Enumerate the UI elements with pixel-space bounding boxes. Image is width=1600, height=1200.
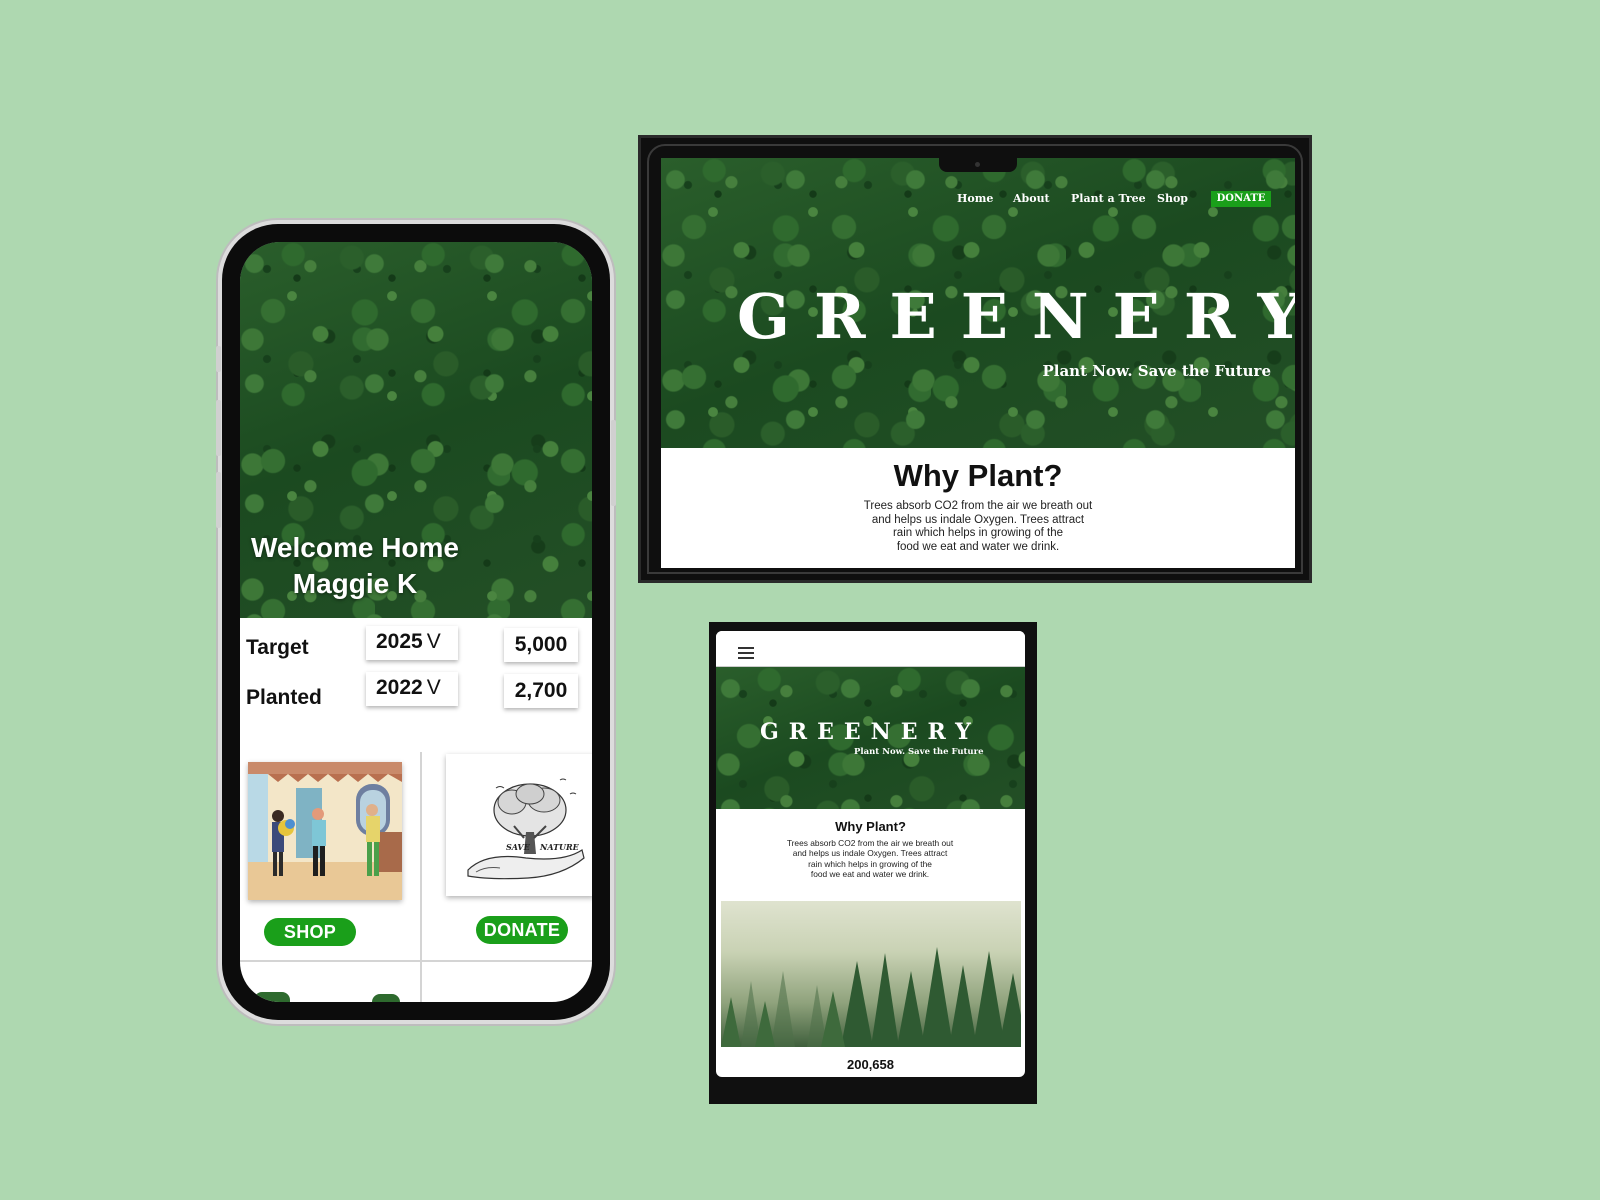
- planted-value: 2,700: [504, 674, 578, 708]
- pine-trees-icon: [721, 947, 1021, 1047]
- tablet-screen: GREENERY Plant Now. Save the Future Why …: [716, 631, 1025, 1077]
- why-plant-line: and helps us indale Oxygen. Trees attrac…: [792, 848, 948, 859]
- target-value: 5,000: [504, 628, 578, 662]
- camera-icon: [975, 162, 980, 167]
- save-nature-illustration[interactable]: SAVE NATURE: [446, 754, 592, 896]
- nav-plant-a-tree[interactable]: Plant a Tree: [1071, 192, 1146, 205]
- phone-volume-up: [216, 400, 221, 456]
- next-card-peek-left: [254, 992, 290, 1002]
- why-plant-line: food we eat and water we drink.: [896, 540, 1060, 553]
- phone-hero-forest: Welcome Home Maggie K: [240, 242, 592, 618]
- phone-power-button: [611, 420, 616, 506]
- phone-mute-switch: [216, 346, 221, 372]
- illustration-nature-text: NATURE: [539, 842, 580, 852]
- why-plant-line: Trees absorb CO2 from the air we breath …: [786, 838, 954, 848]
- laptop-notch: [939, 158, 1017, 172]
- nav-donate-button[interactable]: DONATE: [1211, 191, 1271, 207]
- hamburger-menu-icon[interactable]: [738, 647, 754, 662]
- tablet-why-plant-heading: Why Plant?: [835, 819, 906, 834]
- phone-volume-down: [216, 472, 221, 528]
- tree-in-hand-icon: SAVE NATURE: [446, 754, 592, 896]
- why-plant-line: food we eat and water we drink.: [810, 869, 930, 880]
- phone-screen: Welcome Home Maggie K Target 2025 V 5,000…: [240, 242, 592, 1002]
- target-year-value: 2025: [376, 630, 423, 653]
- chevron-down-icon: V: [426, 676, 441, 699]
- stat-label-planted: Planted: [246, 686, 322, 709]
- target-year-dropdown[interactable]: 2025 V: [366, 626, 458, 660]
- why-plant-line: Trees absorb CO2 from the air we breath …: [863, 500, 1093, 512]
- hero-tagline: Plant Now. Save the Future: [1042, 362, 1271, 380]
- nav-home[interactable]: Home: [957, 192, 993, 205]
- tablet-mockup: GREENERY Plant Now. Save the Future Why …: [709, 622, 1037, 1104]
- welcome-user-name: Maggie K: [292, 568, 418, 599]
- tablet-why-plant-text: Trees absorb CO2 from the air we breath …: [770, 838, 970, 880]
- nav-shop[interactable]: Shop: [1157, 192, 1188, 205]
- hero-title: GREENERY: [737, 280, 1295, 353]
- laptop-mockup: Home About Plant a Tree Shop DONATE GREE…: [638, 135, 1312, 583]
- tablet-hero-tagline: Plant Now. Save the Future: [854, 747, 984, 757]
- stat-row-target: Target 2025 V 5,000: [240, 626, 592, 666]
- donate-button[interactable]: DONATE: [476, 916, 568, 944]
- why-plant-text: Trees absorb CO2 from the air we breath …: [828, 500, 1128, 554]
- shop-scene-icon: [248, 762, 402, 900]
- chevron-down-icon: V: [426, 630, 441, 653]
- next-card-peek-mid: [372, 994, 400, 1002]
- phone-mockup: Welcome Home Maggie K Target 2025 V 5,000…: [216, 224, 616, 1020]
- why-plant-heading: Why Plant?: [893, 458, 1063, 493]
- tablet-hero-title: GREENERY: [760, 719, 981, 745]
- planted-year-dropdown[interactable]: 2022 V: [366, 672, 458, 706]
- stat-row-planted: Planted 2022 V 2,700: [240, 672, 592, 712]
- shop-illustration[interactable]: [248, 762, 402, 900]
- laptop-hero-forest: Home About Plant a Tree Shop DONATE GREE…: [661, 158, 1295, 448]
- welcome-heading: Welcome Home Maggie K: [240, 530, 470, 602]
- card-divider-vertical: [420, 752, 422, 1002]
- why-plant-line: rain which helps in growing of the: [892, 527, 1064, 539]
- tablet-hero-forest: GREENERY Plant Now. Save the Future: [716, 667, 1025, 809]
- tablet-topbar: [716, 631, 1025, 667]
- laptop-screen: Home About Plant a Tree Shop DONATE GREE…: [661, 158, 1295, 568]
- stat-label-target: Target: [246, 636, 309, 659]
- planted-year-value: 2022: [376, 676, 423, 699]
- welcome-line-1: Welcome Home: [251, 532, 459, 563]
- illustration-save-text: SAVE: [506, 842, 531, 852]
- trees-planted-count: 200,658: [847, 1057, 894, 1072]
- why-plant-line: rain which helps in growing of the: [808, 858, 932, 869]
- why-plant-line: and helps us indale Oxygen. Trees attrac…: [871, 513, 1085, 526]
- card-divider-horizontal: [240, 960, 592, 962]
- nav-about[interactable]: About: [1013, 192, 1050, 205]
- misty-forest-image: [721, 901, 1021, 1047]
- shop-button[interactable]: SHOP: [264, 918, 356, 946]
